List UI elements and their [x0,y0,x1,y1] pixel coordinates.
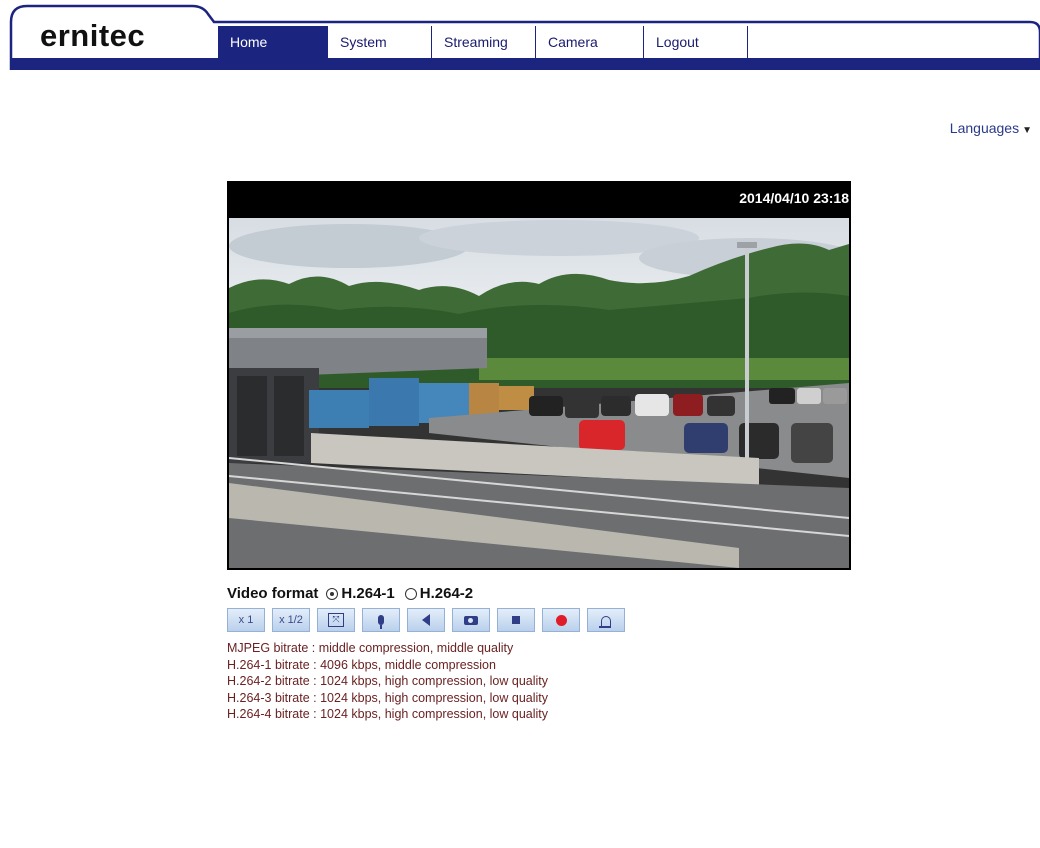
live-video-panel: 2014/04/10 23:18 [227,181,859,570]
zoom-half-button[interactable]: x 1/2 [272,608,310,632]
zoom-x1-label: x 1 [238,614,254,626]
main-nav: Home System Streaming Camera Logout [218,26,748,58]
h264-4-bitrate: H.264-4 bitrate : 1024 kbps, high compre… [227,707,549,721]
format-option-h264-2[interactable]: H.264-2 [404,585,474,602]
alarm-button[interactable] [587,608,625,632]
format-option-label: H.264-1 [341,585,395,602]
microphone-button[interactable] [362,608,400,632]
tab-home[interactable]: Home [218,26,328,58]
camera-scene [228,218,859,568]
format-option-h264-1[interactable]: H.264-1 [326,585,395,602]
record-icon [555,614,567,626]
h264-1-bitrate: H.264-1 bitrate : 4096 kbps, middle comp… [227,657,496,672]
video-toolbar: x 1 x 1/2 ⤧ [227,608,632,632]
fit-screen-button[interactable]: ⤧ [317,608,355,632]
record-button[interactable] [542,608,580,632]
bell-icon [599,615,611,628]
tab-streaming[interactable]: Streaming [432,26,536,58]
zoom-x1-button[interactable]: x 1 [227,608,265,632]
snapshot-button[interactable] [452,608,490,632]
h264-2-bitrate: H.264-2 bitrate : 1024 kbps, high compre… [227,674,549,688]
video-format-selector: Video format H.264-1 H.264-2 [227,585,483,602]
zoom-half-label: x 1/2 [279,614,303,626]
fit-screen-icon: ⤧ [328,613,344,627]
mjpeg-bitrate: MJPEG bitrate : middle compression, midd… [227,641,514,655]
tab-camera[interactable]: Camera [536,26,644,58]
video-format-label: Video format [227,585,319,602]
live-video-image[interactable] [228,218,859,568]
bitrate-info: MJPEG bitrate : middle compression, midd… [227,640,548,723]
languages-menu[interactable]: Languages ▼ [950,120,1032,136]
languages-label: Languages [949,120,1020,136]
stop-button[interactable] [497,608,535,632]
tab-logout[interactable]: Logout [644,26,748,58]
speaker-icon [422,614,430,626]
tab-system[interactable]: System [328,26,432,58]
stop-icon [512,616,520,624]
h264-3-bitrate: H.264-3 bitrate : 1024 kbps, high compre… [227,690,549,705]
radio-selected-icon[interactable] [326,587,339,600]
camera-icon [464,615,478,625]
microphone-icon [378,615,384,629]
header: ernitec Home System Streaming Camera Log… [0,0,1040,72]
format-option-label: H.264-2 [419,585,474,602]
radio-unselected-icon[interactable] [404,587,417,600]
video-timestamp: 2014/04/10 23:18 [739,190,849,206]
caret-down-icon: ▼ [1022,125,1032,136]
ernitec-logo: ernitec [40,18,146,53]
speaker-button[interactable] [407,608,445,632]
